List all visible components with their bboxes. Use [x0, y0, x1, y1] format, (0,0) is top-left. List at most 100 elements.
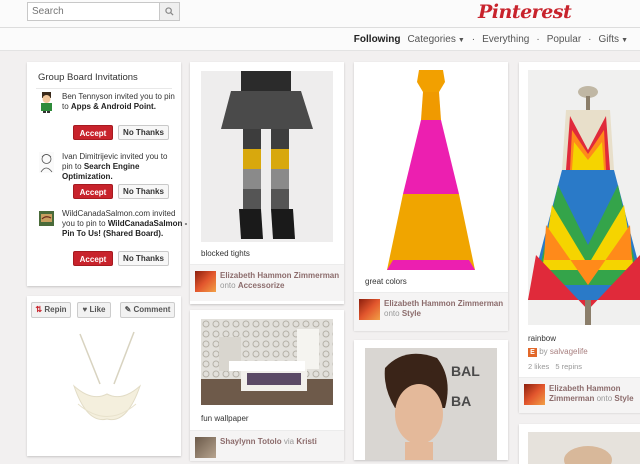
accept-button[interactable]: Accept — [73, 184, 113, 199]
pin-image[interactable] — [52, 324, 162, 454]
no-thanks-button[interactable]: No Thanks — [118, 125, 169, 140]
inviter-name: WildCanadaSalmon.com — [62, 209, 151, 218]
invitation-item: WildCanadaSalmon.com invited you to pin … — [36, 209, 187, 275]
source-link[interactable]: salvagelife — [550, 347, 588, 356]
source-icon: E — [528, 348, 537, 357]
repin-button[interactable]: ⇅ Repin — [31, 302, 71, 318]
pin-card[interactable]: rainbow E by salvagelife 2 likes 5 repin… — [519, 62, 640, 413]
invitations-title: Group Board Invitations — [38, 72, 138, 83]
user-avatar — [39, 152, 54, 173]
board-name[interactable]: Apps & Android Point — [71, 102, 154, 111]
attribution-text: Elizabeth Hammon Zimmerman onto Style — [384, 299, 504, 319]
board-link[interactable]: Accessorize — [238, 281, 285, 290]
pin-stats: 2 likes 5 repins — [528, 362, 582, 371]
nav-separator: · — [536, 34, 540, 45]
pin-card[interactable]: blocked tights Elizabeth Hammon Zimmerma… — [190, 62, 344, 304]
pinterest-logo[interactable]: Pinterest — [478, 1, 572, 23]
pin-attribution[interactable]: Elizabeth Hammon Zimmerman onto Style — [519, 377, 640, 413]
invitation-item: Ivan Dimitrijevic invited you to pin to … — [36, 152, 182, 204]
user-avatar — [39, 211, 54, 226]
no-thanks-button[interactable]: No Thanks — [118, 184, 169, 199]
nav-gifts-label: Gifts — [598, 34, 620, 45]
board-thumbnail[interactable] — [195, 437, 216, 458]
like-label: Like — [89, 305, 106, 314]
nav-gifts[interactable]: Gifts ▼ — [599, 34, 629, 45]
pin-card[interactable]: fun wallpaper Shaylynn Totolo via Kristi — [190, 310, 344, 461]
onto-text: onto — [596, 394, 613, 403]
search-icon — [165, 7, 174, 16]
via-text: via — [283, 437, 295, 446]
accept-button[interactable]: Accept — [73, 251, 113, 266]
onto-text: onto — [384, 309, 400, 318]
board-name-end: . — [160, 229, 164, 238]
board-thumbnail[interactable] — [524, 384, 545, 405]
chevron-down-icon: ▼ — [621, 37, 628, 44]
pin-icon: ⇅ — [35, 305, 43, 314]
nav-separator: · — [588, 34, 592, 45]
svg-text:BA: BA — [451, 393, 471, 409]
invitation-text: WildCanadaSalmon.com invited you to pin … — [62, 209, 188, 239]
pin-attribution[interactable]: Elizabeth Hammon Zimmerman onto Style — [354, 292, 508, 331]
accept-button[interactable]: Accept — [73, 125, 113, 140]
pin-image[interactable] — [528, 432, 640, 464]
nav-popular[interactable]: Popular — [547, 34, 581, 45]
pin-caption: rainbow — [528, 334, 557, 343]
nav-categories-label: Categories — [407, 34, 456, 45]
nav-everything[interactable]: Everything — [482, 34, 529, 45]
invitation-text: Ivan Dimitrijevic invited you to pin to … — [62, 152, 180, 182]
invitation-text: Ben Tennyson invited you to pin to Apps … — [62, 92, 180, 112]
pin-image[interactable] — [528, 70, 640, 325]
pinner-name[interactable]: Elizabeth Hammon Zimmerman — [220, 271, 339, 280]
pinner-name[interactable]: Elizabeth Hammon Zimmerman — [384, 299, 503, 308]
pin-card[interactable]: BAL BA — [354, 340, 508, 460]
pin-image[interactable] — [201, 71, 333, 242]
attribution-text: Shaylynn Totolo via Kristi — [220, 437, 340, 447]
like-button[interactable]: ♥ Like — [77, 302, 111, 318]
group-board-invitations: Group Board Invitations Ben Tennyson inv… — [27, 62, 187, 286]
board-name-end: . — [153, 102, 156, 111]
no-thanks-button[interactable]: No Thanks — [118, 251, 169, 266]
search-input[interactable] — [28, 3, 168, 20]
board-link[interactable]: Style — [402, 309, 421, 318]
pin-card[interactable]: ⇅ Repin ♥ Like ✎ Comment — [27, 296, 181, 456]
comment-label: Comment — [133, 305, 171, 314]
pin-card[interactable]: great colors Elizabeth Hammon Zimmerman … — [354, 62, 508, 331]
user-avatar — [41, 92, 52, 113]
pin-card[interactable] — [519, 424, 640, 464]
source-line: E by salvagelife — [528, 347, 588, 357]
search-box — [27, 2, 180, 21]
chevron-down-icon: ▼ — [457, 37, 465, 44]
pin-attribution[interactable]: Shaylynn Totolo via Kristi — [190, 430, 344, 461]
pinner-name[interactable]: Shaylynn Totolo — [220, 437, 282, 446]
svg-text:BAL: BAL — [451, 363, 480, 379]
attribution-text: Elizabeth Hammon Zimmerman onto Accessor… — [220, 271, 340, 291]
pin-attribution[interactable]: Elizabeth Hammon Zimmerman onto Accessor… — [190, 264, 344, 301]
divider — [36, 88, 172, 89]
inviter-name: Ivan Dimitrijevic — [62, 152, 119, 161]
nav-separator: · — [471, 34, 476, 45]
pin-caption: blocked tights — [201, 249, 250, 258]
pin-image[interactable] — [379, 64, 483, 270]
nav-categories[interactable]: Categories ▼ — [407, 34, 464, 45]
nav-following[interactable]: Following — [354, 34, 401, 45]
board-thumbnail[interactable] — [359, 299, 380, 320]
comment-icon: ✎ — [124, 305, 132, 314]
by-text: by — [539, 347, 548, 356]
heart-icon: ♥ — [82, 305, 88, 314]
via-user[interactable]: Kristi — [296, 437, 316, 446]
repin-label: Repin — [44, 305, 67, 314]
board-thumbnail[interactable] — [195, 271, 216, 292]
board-name-end: . — [110, 172, 113, 181]
attribution-text: Elizabeth Hammon Zimmerman onto Style — [549, 384, 640, 404]
search-button[interactable] — [159, 3, 179, 20]
comment-button[interactable]: ✎ Comment — [120, 302, 175, 318]
top-header: Pinterest — [0, 0, 640, 28]
main-nav: Following Categories ▼ · Everything · Pop… — [0, 28, 640, 51]
board-link[interactable]: Style — [614, 394, 633, 403]
likes-count[interactable]: 2 likes — [528, 362, 549, 371]
invitation-item: Ben Tennyson invited you to pin to Apps … — [36, 92, 182, 144]
pin-image[interactable] — [201, 319, 333, 405]
pin-image[interactable]: BAL BA — [365, 348, 497, 460]
repins-count[interactable]: 5 repins — [555, 362, 582, 371]
pin-caption: great colors — [365, 277, 407, 286]
